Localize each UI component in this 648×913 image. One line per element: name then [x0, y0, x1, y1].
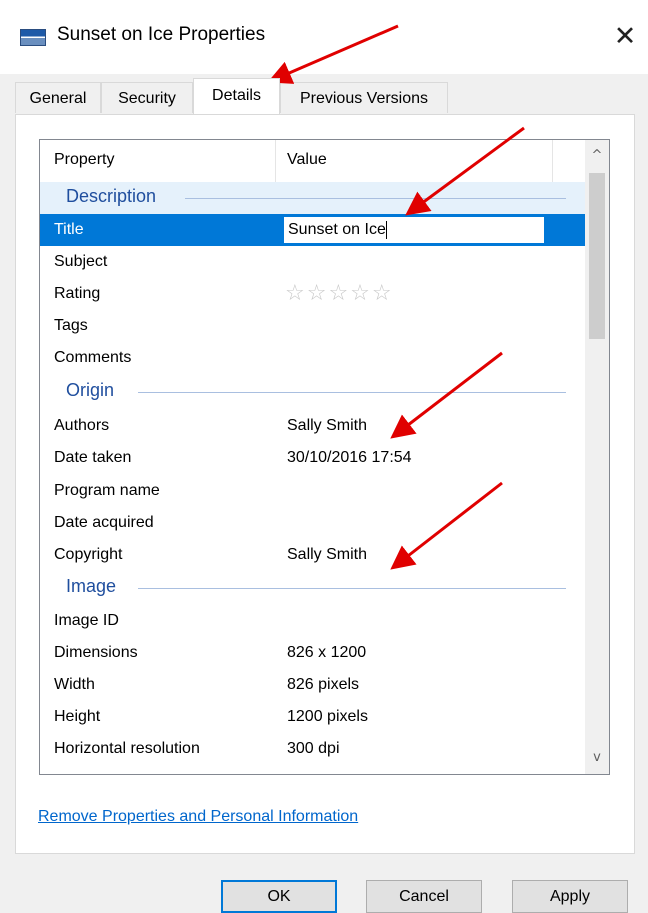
- list-item-dimensions[interactable]: Dimensions 826 x 1200: [40, 637, 586, 669]
- group-description[interactable]: Description: [40, 182, 586, 214]
- tab-details[interactable]: Details: [193, 78, 280, 114]
- property-key: Date acquired: [54, 514, 154, 531]
- property-key: Date taken: [54, 449, 132, 466]
- details-panel: Property Value Description Title Sunset …: [15, 114, 635, 854]
- property-key: Image ID: [54, 612, 119, 629]
- list-item-subject[interactable]: Subject: [40, 246, 586, 278]
- list-item-height[interactable]: Height 1200 pixels: [40, 701, 586, 733]
- vertical-scrollbar[interactable]: ^ v: [585, 140, 609, 774]
- properties-list[interactable]: Property Value Description Title Sunset …: [39, 139, 610, 775]
- ok-button[interactable]: OK: [221, 880, 337, 913]
- property-key: Subject: [54, 253, 108, 270]
- title-edit-field[interactable]: Sunset on Ice: [283, 216, 545, 244]
- column-value[interactable]: Value: [287, 151, 327, 169]
- list-item-rating[interactable]: Rating ☆☆☆☆☆: [40, 278, 586, 310]
- column-property[interactable]: Property: [54, 151, 114, 169]
- close-button[interactable]: ✕: [602, 14, 648, 60]
- list-item-image-id[interactable]: Image ID: [40, 605, 586, 637]
- property-value: Sally Smith: [287, 417, 368, 434]
- apply-button[interactable]: Apply: [512, 880, 628, 913]
- list-item-width[interactable]: Width 826 pixels: [40, 669, 586, 701]
- list-item-title[interactable]: Title Sunset on Ice: [40, 214, 586, 246]
- list-item-program-name[interactable]: Program name: [40, 475, 586, 507]
- scroll-thumb[interactable]: [589, 173, 605, 339]
- list-item-horizontal-resolution[interactable]: Horizontal resolution 300 dpi: [40, 733, 586, 765]
- text-cursor: [385, 220, 387, 239]
- image-file-icon: [20, 29, 46, 46]
- property-key: Dimensions: [54, 644, 138, 661]
- property-value: 826 x 1200: [287, 644, 367, 661]
- cancel-button[interactable]: Cancel: [366, 880, 482, 913]
- property-key: Tags: [54, 317, 88, 334]
- scroll-up-icon[interactable]: ^: [585, 142, 609, 170]
- property-value: 30/10/2016 17:54: [287, 449, 412, 466]
- list-item-copyright[interactable]: Copyright Sally Smith: [40, 539, 586, 571]
- property-key: Comments: [54, 349, 132, 366]
- property-key: Horizontal resolution: [54, 740, 200, 757]
- tab-strip: General Security Details Previous Versio…: [15, 78, 635, 115]
- property-value: 1200 pixels: [287, 708, 368, 725]
- group-divider: [138, 588, 566, 589]
- list-item-authors[interactable]: Authors Sally Smith: [40, 410, 586, 442]
- title-bar: Sunset on Ice Properties ✕: [0, 0, 648, 74]
- property-key: Width: [54, 676, 95, 693]
- property-key: Copyright: [54, 546, 123, 563]
- property-value: 826 pixels: [287, 676, 360, 693]
- list-item-tags[interactable]: Tags: [40, 310, 586, 342]
- property-key: Authors: [54, 417, 110, 434]
- group-label: Origin: [66, 380, 115, 400]
- property-key: Program name: [54, 482, 160, 499]
- tab-security[interactable]: Security: [101, 82, 193, 113]
- property-key: Height: [54, 708, 101, 725]
- group-image[interactable]: Image: [40, 572, 586, 604]
- remove-properties-link[interactable]: Remove Properties and Personal Informati…: [38, 808, 358, 826]
- window-title: Sunset on Ice Properties: [57, 24, 266, 45]
- tab-general[interactable]: General: [15, 82, 101, 113]
- property-value: 300 dpi: [287, 740, 340, 757]
- rating-stars-icon[interactable]: ☆☆☆☆☆: [285, 278, 394, 310]
- property-key: Rating: [54, 285, 101, 302]
- scroll-down-icon[interactable]: v: [585, 744, 609, 772]
- list-item-comments[interactable]: Comments: [40, 342, 586, 374]
- tab-previous-versions[interactable]: Previous Versions: [280, 82, 448, 113]
- property-key: Title: [54, 221, 84, 238]
- list-item-date-taken[interactable]: Date taken 30/10/2016 17:54: [40, 442, 586, 474]
- group-label: Image: [66, 576, 117, 596]
- group-divider: [185, 198, 566, 199]
- group-label: Description: [66, 186, 157, 206]
- group-divider: [138, 392, 566, 393]
- column-header: Property Value: [40, 140, 586, 182]
- column-divider[interactable]: [552, 140, 553, 182]
- column-divider[interactable]: [275, 140, 276, 182]
- group-origin[interactable]: Origin: [40, 376, 586, 408]
- list-item-date-acquired[interactable]: Date acquired: [40, 507, 586, 539]
- title-edit-value: Sunset on Ice: [288, 221, 386, 238]
- property-value: Sally Smith: [287, 546, 368, 563]
